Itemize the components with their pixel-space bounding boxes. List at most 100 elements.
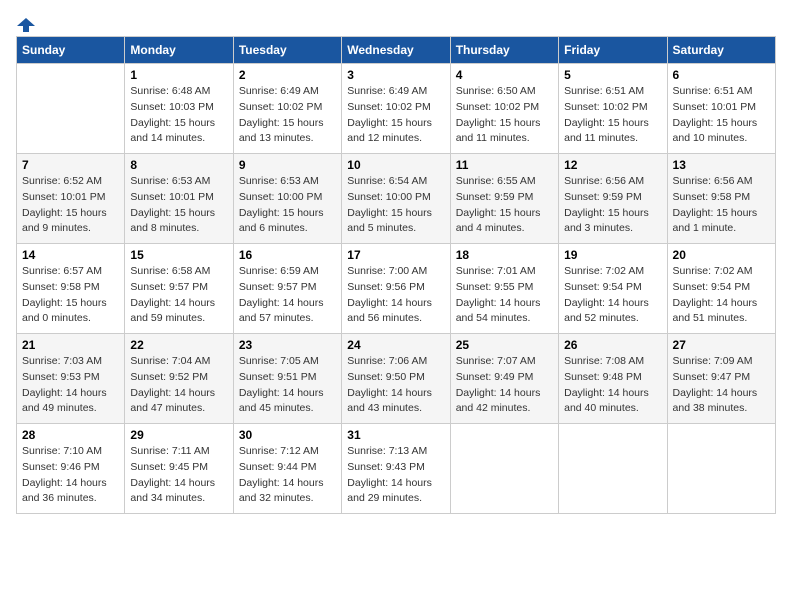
day-info: Sunrise: 7:08 AMSunset: 9:48 PMDaylight:…	[564, 354, 661, 417]
logo-bird-icon	[17, 16, 35, 34]
calendar-cell	[450, 424, 558, 514]
logo	[16, 16, 36, 32]
day-info: Sunrise: 6:51 AMSunset: 10:01 PMDaylight…	[673, 84, 770, 147]
day-number: 15	[130, 248, 227, 262]
calendar-cell: 29Sunrise: 7:11 AMSunset: 9:45 PMDayligh…	[125, 424, 233, 514]
day-number: 12	[564, 158, 661, 172]
calendar-cell: 7Sunrise: 6:52 AMSunset: 10:01 PMDayligh…	[17, 154, 125, 244]
day-number: 2	[239, 68, 336, 82]
calendar-cell	[559, 424, 667, 514]
calendar-cell: 18 Sunrise: 7:01 AMSunset: 9:55 PMDayligh…	[450, 244, 558, 334]
calendar-week-3: 14Sunrise: 6:57 AMSunset: 9:58 PMDayligh…	[17, 244, 776, 334]
day-number: 5	[564, 68, 661, 82]
calendar-cell: 20 Sunrise: 7:02 AMSunset: 9:54 PMDayligh…	[667, 244, 775, 334]
calendar-cell: 21 Sunrise: 7:03 AMSunset: 9:53 PMDayligh…	[17, 334, 125, 424]
day-info: Sunrise: 7:12 AMSunset: 9:44 PMDaylight:…	[239, 444, 336, 507]
day-info: Sunrise: 6:50 AMSunset: 10:02 PMDaylight…	[456, 84, 553, 147]
calendar-cell: 9 Sunrise: 6:53 AMSunset: 10:00 PMDayligh…	[233, 154, 341, 244]
day-number: 4	[456, 68, 553, 82]
day-info: Sunrise: 6:56 AMSunset: 9:58 PMDaylight:…	[673, 174, 770, 237]
day-info: Sunrise: 6:56 AMSunset: 9:59 PMDaylight:…	[564, 174, 661, 237]
day-number: 1	[130, 68, 227, 82]
calendar-cell: 12 Sunrise: 6:56 AMSunset: 9:59 PMDayligh…	[559, 154, 667, 244]
day-number: 21	[22, 338, 119, 352]
calendar-cell: 26 Sunrise: 7:08 AMSunset: 9:48 PMDayligh…	[559, 334, 667, 424]
day-number: 24	[347, 338, 444, 352]
calendar-cell: 14Sunrise: 6:57 AMSunset: 9:58 PMDayligh…	[17, 244, 125, 334]
calendar-cell: 2 Sunrise: 6:49 AMSunset: 10:02 PMDayligh…	[233, 64, 341, 154]
day-info: Sunrise: 7:01 AMSunset: 9:55 PMDaylight:…	[456, 264, 553, 327]
col-header-tuesday: Tuesday	[233, 37, 341, 64]
day-info: Sunrise: 6:48 AMSunset: 10:03 PMDaylight…	[130, 84, 227, 147]
day-number: 19	[564, 248, 661, 262]
calendar-cell: 31 Sunrise: 7:13 AMSunset: 9:43 PMDayligh…	[342, 424, 450, 514]
day-number: 18	[456, 248, 553, 262]
day-number: 28	[22, 428, 119, 442]
day-info: Sunrise: 6:53 AMSunset: 10:00 PMDaylight…	[239, 174, 336, 237]
day-info: Sunrise: 7:04 AMSunset: 9:52 PMDaylight:…	[130, 354, 227, 417]
day-info: Sunrise: 7:11 AMSunset: 9:45 PMDaylight:…	[130, 444, 227, 507]
day-info: Sunrise: 7:09 AMSunset: 9:47 PMDaylight:…	[673, 354, 770, 417]
day-info: Sunrise: 7:06 AMSunset: 9:50 PMDaylight:…	[347, 354, 444, 417]
day-info: Sunrise: 7:02 AMSunset: 9:54 PMDaylight:…	[564, 264, 661, 327]
calendar-cell: 6 Sunrise: 6:51 AMSunset: 10:01 PMDayligh…	[667, 64, 775, 154]
calendar-cell: 24 Sunrise: 7:06 AMSunset: 9:50 PMDayligh…	[342, 334, 450, 424]
calendar-cell: 28 Sunrise: 7:10 AMSunset: 9:46 PMDayligh…	[17, 424, 125, 514]
col-header-sunday: Sunday	[17, 37, 125, 64]
calendar-table: SundayMondayTuesdayWednesdayThursdayFrid…	[16, 36, 776, 514]
calendar-cell	[17, 64, 125, 154]
col-header-monday: Monday	[125, 37, 233, 64]
calendar-cell: 19 Sunrise: 7:02 AMSunset: 9:54 PMDayligh…	[559, 244, 667, 334]
day-info: Sunrise: 6:49 AMSunset: 10:02 PMDaylight…	[347, 84, 444, 147]
calendar-cell: 23Sunrise: 7:05 AMSunset: 9:51 PMDayligh…	[233, 334, 341, 424]
calendar-header: SundayMondayTuesdayWednesdayThursdayFrid…	[17, 37, 776, 64]
calendar-cell: 22 Sunrise: 7:04 AMSunset: 9:52 PMDayligh…	[125, 334, 233, 424]
day-number: 6	[673, 68, 770, 82]
day-info: Sunrise: 7:02 AMSunset: 9:54 PMDaylight:…	[673, 264, 770, 327]
day-info: Sunrise: 6:55 AMSunset: 9:59 PMDaylight:…	[456, 174, 553, 237]
calendar-cell: 1 Sunrise: 6:48 AMSunset: 10:03 PMDayligh…	[125, 64, 233, 154]
calendar-cell: 11Sunrise: 6:55 AMSunset: 9:59 PMDayligh…	[450, 154, 558, 244]
day-number: 22	[130, 338, 227, 352]
day-info: Sunrise: 7:13 AMSunset: 9:43 PMDaylight:…	[347, 444, 444, 507]
day-info: Sunrise: 7:00 AMSunset: 9:56 PMDaylight:…	[347, 264, 444, 327]
day-info: Sunrise: 7:10 AMSunset: 9:46 PMDaylight:…	[22, 444, 119, 507]
day-number: 8	[130, 158, 227, 172]
day-number: 17	[347, 248, 444, 262]
day-number: 9	[239, 158, 336, 172]
day-number: 27	[673, 338, 770, 352]
calendar-cell: 8 Sunrise: 6:53 AMSunset: 10:01 PMDayligh…	[125, 154, 233, 244]
day-info: Sunrise: 6:57 AMSunset: 9:58 PMDaylight:…	[22, 264, 119, 327]
day-info: Sunrise: 6:58 AMSunset: 9:57 PMDaylight:…	[130, 264, 227, 327]
calendar-cell: 5 Sunrise: 6:51 AMSunset: 10:02 PMDayligh…	[559, 64, 667, 154]
calendar-cell: 13 Sunrise: 6:56 AMSunset: 9:58 PMDayligh…	[667, 154, 775, 244]
calendar-cell: 4 Sunrise: 6:50 AMSunset: 10:02 PMDayligh…	[450, 64, 558, 154]
calendar-cell: 10Sunrise: 6:54 AMSunset: 10:00 PMDaylig…	[342, 154, 450, 244]
day-info: Sunrise: 7:03 AMSunset: 9:53 PMDaylight:…	[22, 354, 119, 417]
calendar-cell	[667, 424, 775, 514]
day-info: Sunrise: 6:59 AMSunset: 9:57 PMDaylight:…	[239, 264, 336, 327]
calendar-week-2: 7Sunrise: 6:52 AMSunset: 10:01 PMDayligh…	[17, 154, 776, 244]
day-info: Sunrise: 6:51 AMSunset: 10:02 PMDaylight…	[564, 84, 661, 147]
day-number: 25	[456, 338, 553, 352]
day-info: Sunrise: 6:54 AMSunset: 10:00 PMDaylight…	[347, 174, 444, 237]
calendar-cell: 3 Sunrise: 6:49 AMSunset: 10:02 PMDayligh…	[342, 64, 450, 154]
day-number: 13	[673, 158, 770, 172]
day-info: Sunrise: 6:49 AMSunset: 10:02 PMDaylight…	[239, 84, 336, 147]
calendar-cell: 16 Sunrise: 6:59 AMSunset: 9:57 PMDayligh…	[233, 244, 341, 334]
calendar-cell: 25 Sunrise: 7:07 AMSunset: 9:49 PMDayligh…	[450, 334, 558, 424]
day-number: 7	[22, 158, 119, 172]
col-header-saturday: Saturday	[667, 37, 775, 64]
calendar-week-5: 28 Sunrise: 7:10 AMSunset: 9:46 PMDayligh…	[17, 424, 776, 514]
day-number: 31	[347, 428, 444, 442]
day-number: 20	[673, 248, 770, 262]
day-info: Sunrise: 7:07 AMSunset: 9:49 PMDaylight:…	[456, 354, 553, 417]
day-number: 26	[564, 338, 661, 352]
day-info: Sunrise: 6:53 AMSunset: 10:01 PMDaylight…	[130, 174, 227, 237]
day-number: 3	[347, 68, 444, 82]
day-number: 16	[239, 248, 336, 262]
calendar-cell: 15 Sunrise: 6:58 AMSunset: 9:57 PMDayligh…	[125, 244, 233, 334]
day-info: Sunrise: 7:05 AMSunset: 9:51 PMDaylight:…	[239, 354, 336, 417]
calendar-week-1: 1 Sunrise: 6:48 AMSunset: 10:03 PMDayligh…	[17, 64, 776, 154]
day-number: 30	[239, 428, 336, 442]
